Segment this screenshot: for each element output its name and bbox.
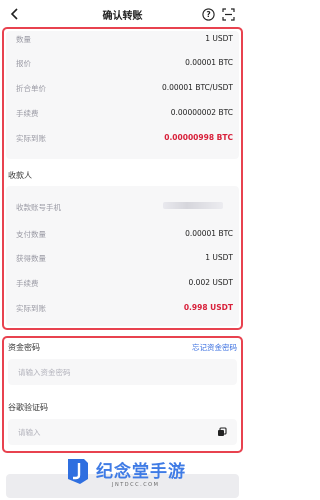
summary-row-received: 实际到账 0.00000998 BTC (16, 133, 233, 145)
row-label: 折合单价 (16, 84, 46, 93)
payee-row-phone: 收款账号手机 (16, 202, 233, 214)
row-label: 手续费 (16, 109, 39, 118)
row-label: 实际到账 (16, 304, 46, 313)
summary-row-quantity: 数量 1 USDT (16, 34, 233, 46)
row-value: 0.998 USDT (183, 303, 233, 312)
row-value: 0.00001 BTC/USDT (161, 83, 233, 92)
fund-password-input[interactable]: 请输入资金密码 (8, 359, 237, 385)
row-label: 收款账号手机 (16, 203, 61, 212)
row-label: 支付数量 (16, 230, 46, 239)
payee-row-pay-amount: 支付数量 0.00001 BTC (16, 229, 233, 241)
payee-row-received: 实际到账 0.998 USDT (16, 303, 233, 315)
watermark-url: JNTDCC.COM (112, 482, 160, 488)
summary-row-unit-price: 折合单价 0.00001 BTC/USDT (16, 83, 233, 95)
row-value: 0.00001 BTC (185, 58, 233, 67)
masked-phone (163, 202, 223, 209)
watermark-logo (68, 459, 88, 484)
forgot-password-link[interactable]: 忘记资金密码 (192, 342, 237, 353)
svg-text:?: ? (206, 10, 210, 19)
google-code-placeholder: 请输入 (18, 428, 41, 437)
summary-row-fee: 手续费 0.00000002 BTC (16, 108, 233, 120)
row-label: 报价 (16, 59, 31, 68)
scan-icon[interactable] (222, 8, 235, 21)
payee-row-get-amount: 获得数量 1 USDT (16, 253, 233, 265)
google-code-input[interactable]: 请输入 (8, 419, 237, 445)
row-value: 0.002 USDT (188, 278, 233, 287)
row-value: 0.00000998 BTC (164, 133, 233, 142)
row-label: 手续费 (16, 279, 39, 288)
google-code-label: 谷歌验证码 (8, 403, 48, 412)
row-label: 数量 (16, 35, 31, 44)
row-value: 0.00001 BTC (185, 229, 233, 238)
watermark-text: 纪念堂手游 (96, 462, 186, 482)
row-value: 1 USDT (205, 253, 233, 262)
payee-row-fee: 手续费 0.002 USDT (16, 278, 233, 290)
watermark: 纪念堂手游 JNTDCC.COM (66, 453, 216, 498)
row-value: 0.00000002 BTC (170, 108, 233, 117)
paste-icon[interactable] (217, 427, 227, 437)
payee-section-title: 收款人 (8, 171, 32, 180)
header: 确认转账 ? (0, 0, 245, 28)
fund-password-placeholder: 请输入资金密码 (18, 368, 71, 377)
help-icon[interactable]: ? (202, 8, 215, 21)
row-value: 1 USDT (205, 34, 233, 43)
row-label: 实际到账 (16, 134, 46, 143)
summary-row-quote: 报价 0.00001 BTC (16, 58, 233, 70)
row-label: 获得数量 (16, 254, 46, 263)
fund-password-label: 资金密码 (8, 343, 40, 352)
